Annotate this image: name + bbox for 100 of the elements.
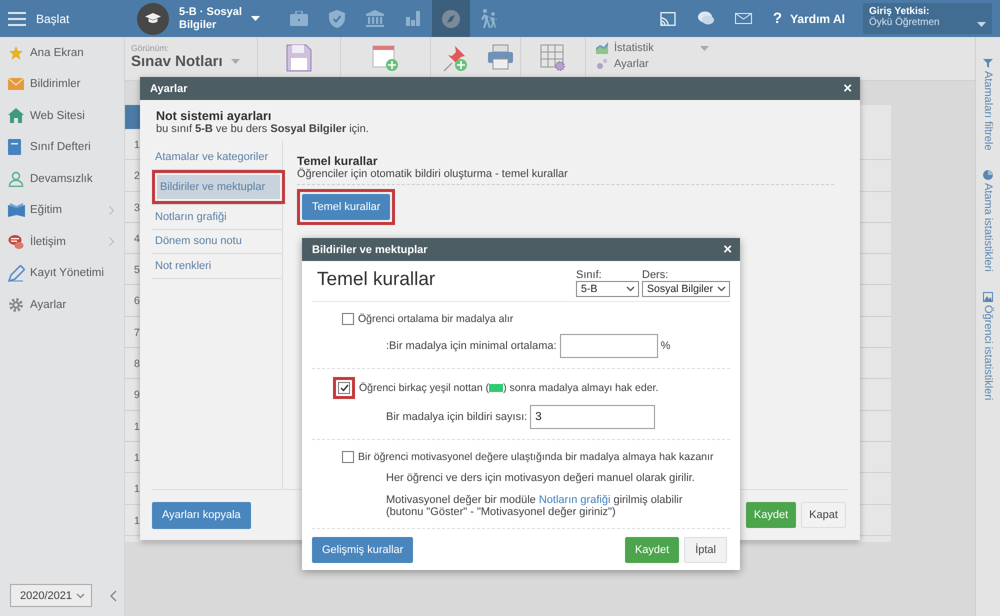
settings-nav-item[interactable]: Bildiriler ve mektuplar <box>157 174 280 199</box>
year-select[interactable]: 2020/2021 <box>10 584 92 607</box>
advanced-rules-button[interactable]: Gelişmiş kurallar <box>312 537 414 563</box>
row-number: 7 <box>134 326 140 339</box>
caret-down-icon <box>977 22 986 27</box>
row-number: 6 <box>134 295 140 308</box>
table-header <box>125 105 141 129</box>
view-label: Görünüm: <box>131 43 170 53</box>
side-tab[interactable]: Atamaları filtrele <box>982 71 994 150</box>
course-selector[interactable]: 5-B · Sosyal Bilgiler <box>179 6 251 32</box>
chat-icon[interactable] <box>698 11 714 26</box>
input-field[interactable]: 3 <box>530 405 656 429</box>
printer-icon[interactable] <box>487 44 514 70</box>
section-title: Temel kurallar <box>297 154 378 168</box>
save-button[interactable]: Kaydet <box>624 537 680 563</box>
row-number: 1 <box>134 514 140 527</box>
cancel-button[interactable]: İptal <box>684 537 727 563</box>
sidebar-item[interactable]: Web Sitesi <box>0 100 124 132</box>
subject-select[interactable]: Sosyal Bilgiler <box>642 281 730 297</box>
close-button[interactable]: Kapat <box>801 502 846 528</box>
caret-down-icon <box>230 59 240 64</box>
rules-button[interactable]: Temel kurallar <box>302 194 390 220</box>
cast-icon[interactable] <box>660 12 676 26</box>
class-select[interactable]: 5-B <box>576 281 639 297</box>
save-button[interactable]: Kaydet <box>746 502 796 528</box>
dialog-subtitle: bu sınıf 5-B ve bu ders Sosyal Bilgiler için. <box>156 123 370 135</box>
side-tab[interactable]: Öğrenci istatistikleri <box>982 305 994 400</box>
start-label[interactable]: Başlat <box>36 12 70 26</box>
sidebar-item[interactable]: Ayarlar <box>0 289 124 320</box>
bank-icon <box>366 10 384 27</box>
chevron-right-icon <box>109 206 114 215</box>
check-icon <box>340 384 348 392</box>
sidebar-item[interactable]: Eğitim <box>0 194 124 226</box>
dialog-heading: Not sistemi ayarları <box>156 109 272 123</box>
rule-note: Motivasyonel değer bir modüle Notların grafiği girilmiş olabilir (butonu "Göster" - "Motivasyonel değer giriniz") <box>386 494 684 518</box>
chevron-down-icon <box>717 286 726 292</box>
row-number: 1 <box>134 483 140 496</box>
sidebar-item[interactable]: Kayıt Yönetimi <box>0 258 124 289</box>
settings-nav-item[interactable]: Dönem sonu notu <box>152 230 282 254</box>
walking-people-icon <box>480 9 498 28</box>
chevron-right-icon <box>109 237 114 246</box>
help-icon[interactable]: ? <box>772 10 782 27</box>
compass-icon <box>442 10 460 28</box>
briefcase-icon <box>290 11 308 26</box>
row-number: 1 <box>134 420 140 433</box>
checkbox[interactable] <box>338 382 350 394</box>
calendar-add-icon[interactable] <box>372 44 399 72</box>
settings-nav-item[interactable]: Not renkleri <box>152 254 282 278</box>
close-icon[interactable]: × <box>723 241 732 258</box>
sidebar-item[interactable]: İletişim <box>0 226 124 258</box>
copy-settings-button[interactable]: Ayarları kopyala <box>152 502 251 528</box>
settings-nav-item[interactable]: Notların grafiği <box>152 205 282 230</box>
chart-link[interactable]: Notların grafiği <box>538 494 610 506</box>
input-field[interactable] <box>560 334 658 358</box>
checkbox[interactable] <box>342 313 354 325</box>
gear-icon <box>8 296 24 313</box>
row-number: 2 <box>134 170 140 182</box>
field-label: Ders: <box>642 269 670 281</box>
dialog-heading: Temel kurallar <box>317 269 436 292</box>
view-select[interactable]: Sınav Notları <box>131 53 223 70</box>
row-number: 1 <box>134 452 140 464</box>
dialog-title: Ayarlar <box>150 82 188 94</box>
menu-item[interactable]: Ayarlar <box>614 58 649 70</box>
help-link[interactable]: Yardım Al <box>790 12 845 26</box>
chevron-down-icon <box>76 592 85 598</box>
chevron-down-icon <box>626 286 635 292</box>
field-label: Bir madalya için bildiri sayısı: <box>386 411 528 423</box>
field-label: Sınıf: <box>576 269 603 281</box>
gears-icon <box>596 58 608 70</box>
mail-icon[interactable] <box>735 13 752 24</box>
app-tab[interactable] <box>432 0 470 37</box>
checkbox[interactable] <box>342 451 354 463</box>
grid-gear-icon[interactable] <box>540 44 566 72</box>
sidebar-item[interactable]: Sınıf Defteri <box>0 132 124 163</box>
rule-label: Öğrenci birkaç yeşil nottan ( ) sonra madalya almayı hak eder. <box>359 382 658 394</box>
dialog-title: Bildiriler ve mektuplar <box>312 244 428 256</box>
rule-note: Her öğrenci ve ders için motivasyon değeri manuel olarak girilir. <box>386 472 696 484</box>
pen-icon <box>8 264 25 282</box>
menu-icon[interactable] <box>8 12 26 26</box>
row-number: 9 <box>134 389 140 402</box>
pin-add-icon[interactable] <box>442 44 470 72</box>
sidebar-item[interactable]: Ana Ekran <box>0 37 124 68</box>
rule-label: Bir öğrenci motivasyonel değere ulaştığında bir madalya almaya hak kazanır <box>358 451 714 463</box>
house-icon <box>8 108 24 124</box>
caret-down-icon <box>700 46 709 50</box>
settings-nav-item[interactable]: Atamalar ve kategoriler <box>152 145 282 170</box>
sidebar-item[interactable]: Devamsızlık <box>0 163 124 194</box>
row-number: 5 <box>134 264 140 276</box>
row-number: 3 <box>134 202 140 214</box>
star-icon <box>8 44 24 61</box>
bar-chart-icon <box>406 11 420 26</box>
menu-item[interactable]: İstatistik <box>614 42 654 54</box>
collapse-chevron-icon[interactable] <box>110 590 117 602</box>
sidebar-item[interactable]: Bildirimler <box>0 68 124 100</box>
close-icon[interactable]: × <box>843 80 852 97</box>
row-number: 8 <box>134 358 140 370</box>
notebook-icon <box>8 139 21 156</box>
side-tab[interactable]: Atama istatistikleri <box>982 183 994 272</box>
shield-icon <box>329 10 345 28</box>
login-selector[interactable]: Giriş Yetkisi: Öykü Öğretmen <box>863 3 992 34</box>
